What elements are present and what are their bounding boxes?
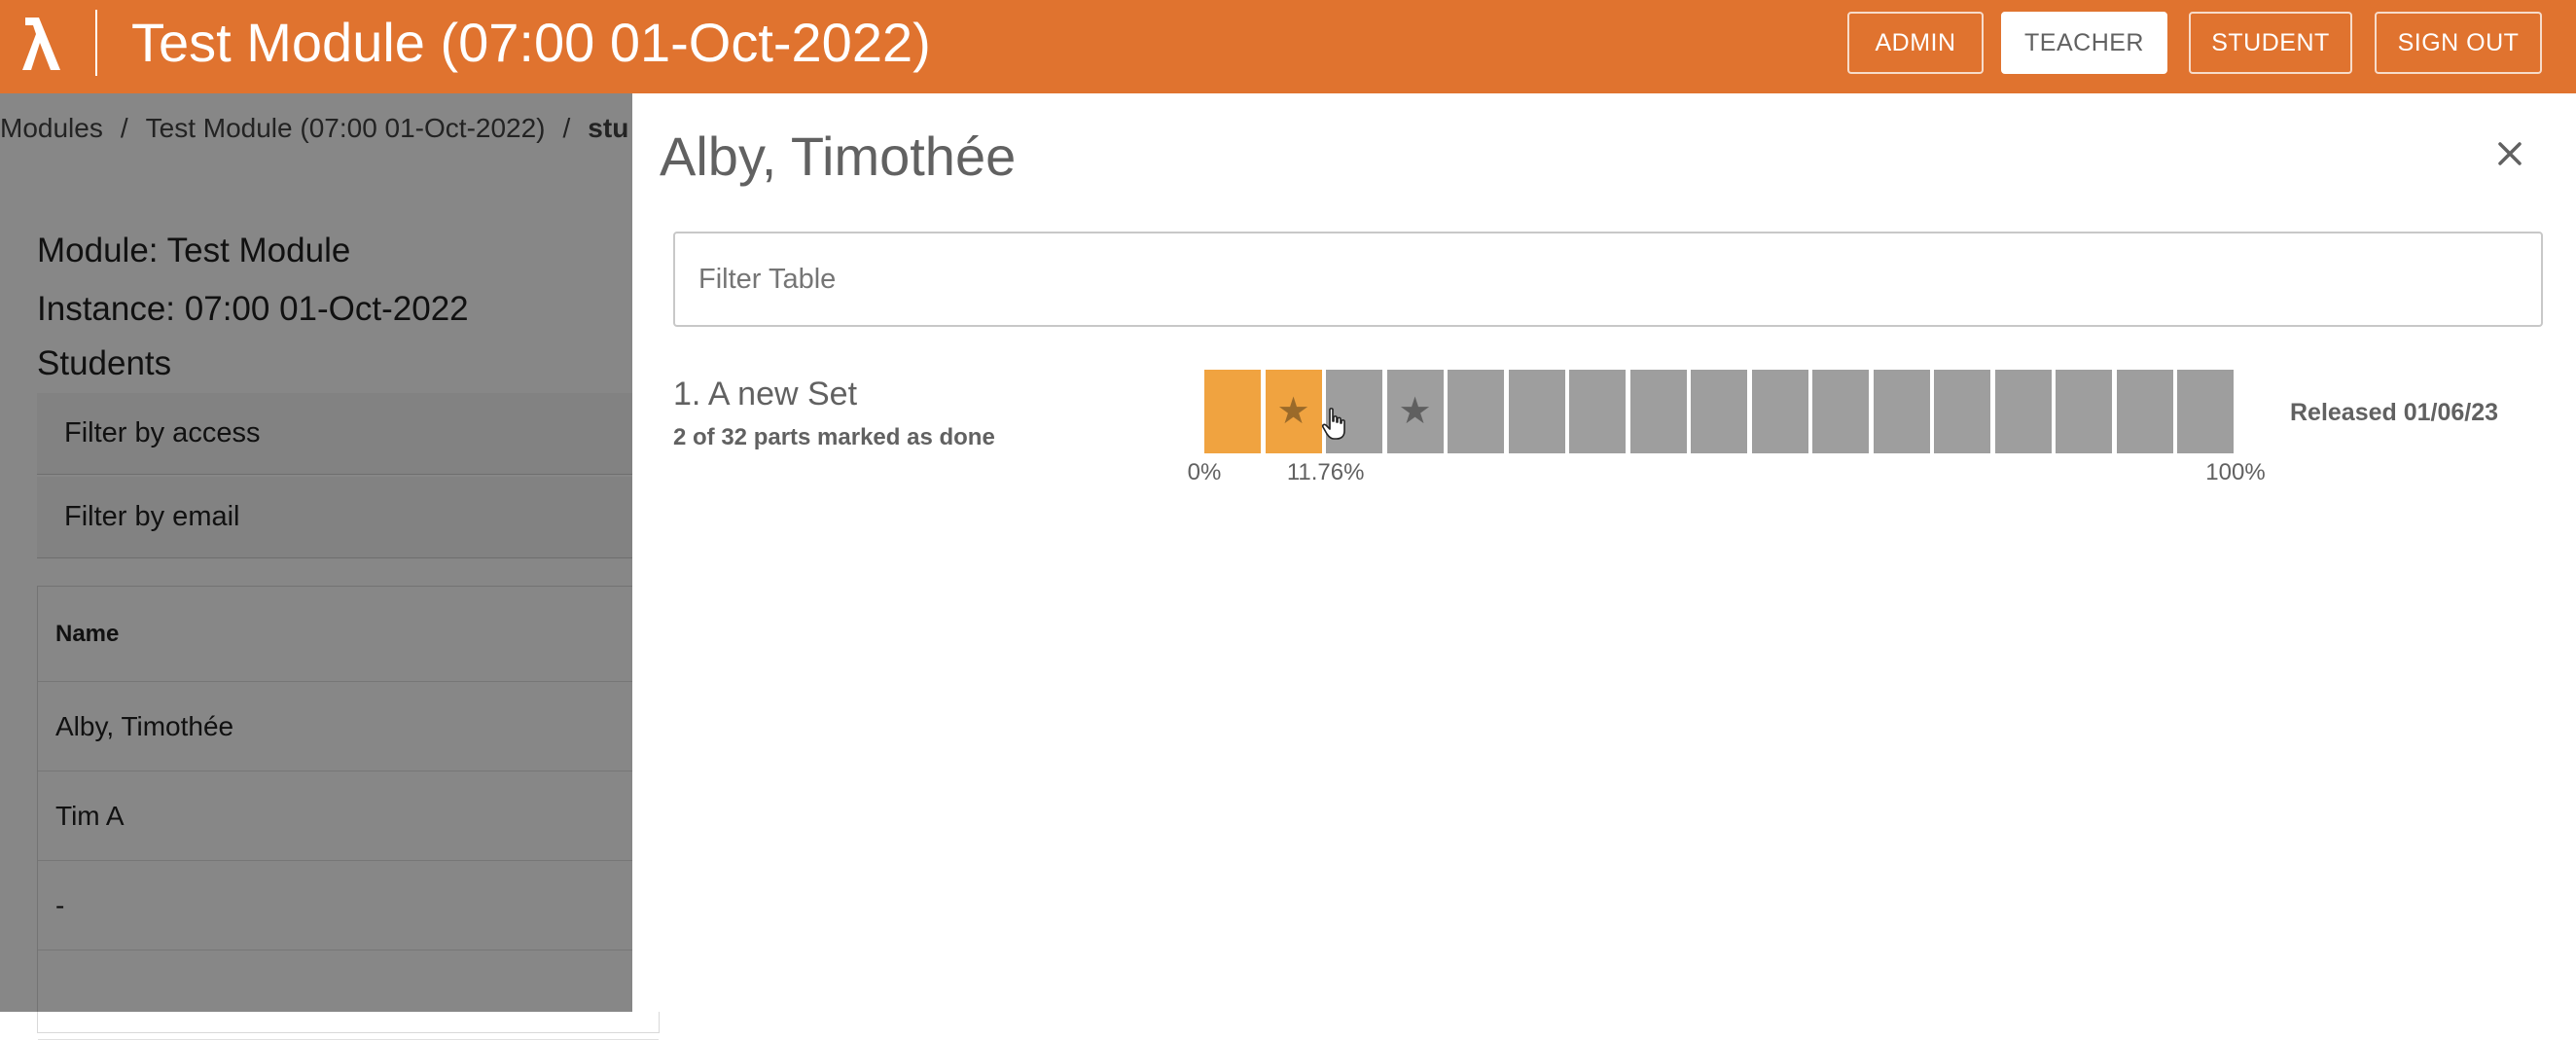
progress-tick-label: 100%	[2205, 459, 2266, 485]
progress-segment[interactable]	[1508, 370, 1565, 453]
progress-segment[interactable]	[1691, 370, 1747, 453]
progress-segment[interactable]	[1448, 370, 1504, 453]
logo-divider	[95, 10, 97, 76]
close-icon[interactable]	[2488, 132, 2531, 175]
progress-segment[interactable]	[1204, 370, 1261, 453]
progress-segment[interactable]	[2177, 370, 2234, 453]
progress-segment[interactable]	[1569, 370, 1626, 453]
progress-tick-label: 0%	[1187, 459, 1222, 485]
student-button[interactable]: STUDENT	[2189, 12, 2352, 74]
drawer-title: Alby, Timothée	[660, 126, 1017, 187]
progress-segment[interactable]	[1326, 370, 1382, 453]
progress-segment[interactable]	[2116, 370, 2173, 453]
set-title[interactable]: 1. A new Set	[673, 376, 857, 413]
progress-segment[interactable]	[1812, 370, 1869, 453]
parts-progress-bar: ★ ★	[1204, 370, 2236, 453]
progress-segment[interactable]: ★	[1386, 370, 1444, 453]
progress-tick-label: 11.76%	[1286, 459, 1365, 485]
top-app-bar: Test Module (07:00 01-Oct-2022) ADMIN TE…	[0, 0, 2576, 93]
filter-table-input[interactable]	[673, 232, 2543, 327]
progress-segment[interactable]	[1629, 370, 1687, 453]
star-icon: ★	[1276, 391, 1310, 432]
progress-segment[interactable]	[2056, 370, 2112, 453]
set-progress-text: 2 of 32 parts marked as done	[673, 424, 995, 450]
progress-segment[interactable]	[1751, 370, 1808, 453]
student-detail-drawer: Alby, Timothée 1. A new Set 2 of 32 part…	[632, 93, 2576, 1012]
progress-segment[interactable]: ★	[1265, 370, 1322, 453]
app-title: Test Module (07:00 01-Oct-2022)	[131, 12, 931, 73]
progress-segment[interactable]	[1994, 370, 2052, 453]
progress-segment[interactable]	[1873, 370, 1930, 453]
admin-button[interactable]: ADMIN	[1847, 12, 1984, 74]
sign-out-button[interactable]: SIGN OUT	[2375, 12, 2542, 74]
progress-segment[interactable]	[1934, 370, 1990, 453]
release-date: Released 01/06/23	[2290, 399, 2499, 426]
star-icon: ★	[1398, 391, 1432, 432]
lambda-logo-icon[interactable]	[19, 10, 64, 78]
teacher-button[interactable]: TEACHER	[2001, 12, 2167, 74]
